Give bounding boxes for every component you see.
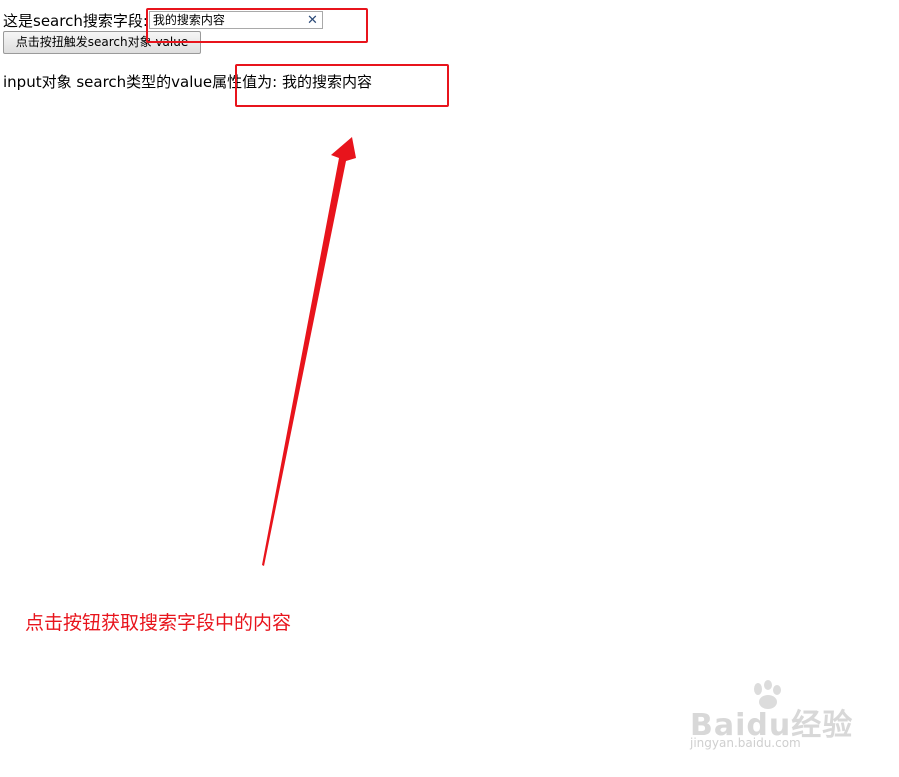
annotation-text: 点击按钮获取搜索字段中的内容 [25,612,292,634]
annotation-arrow [262,137,356,566]
baidu-url-text: jingyan.baidu.com [690,736,801,750]
page: 这是search搜索字段: 我的搜索内容 ✕ 点击按扭触发search对象 va… [0,0,899,777]
baidu-watermark: Baidu经验 jingyan.baidu.com [688,680,858,760]
